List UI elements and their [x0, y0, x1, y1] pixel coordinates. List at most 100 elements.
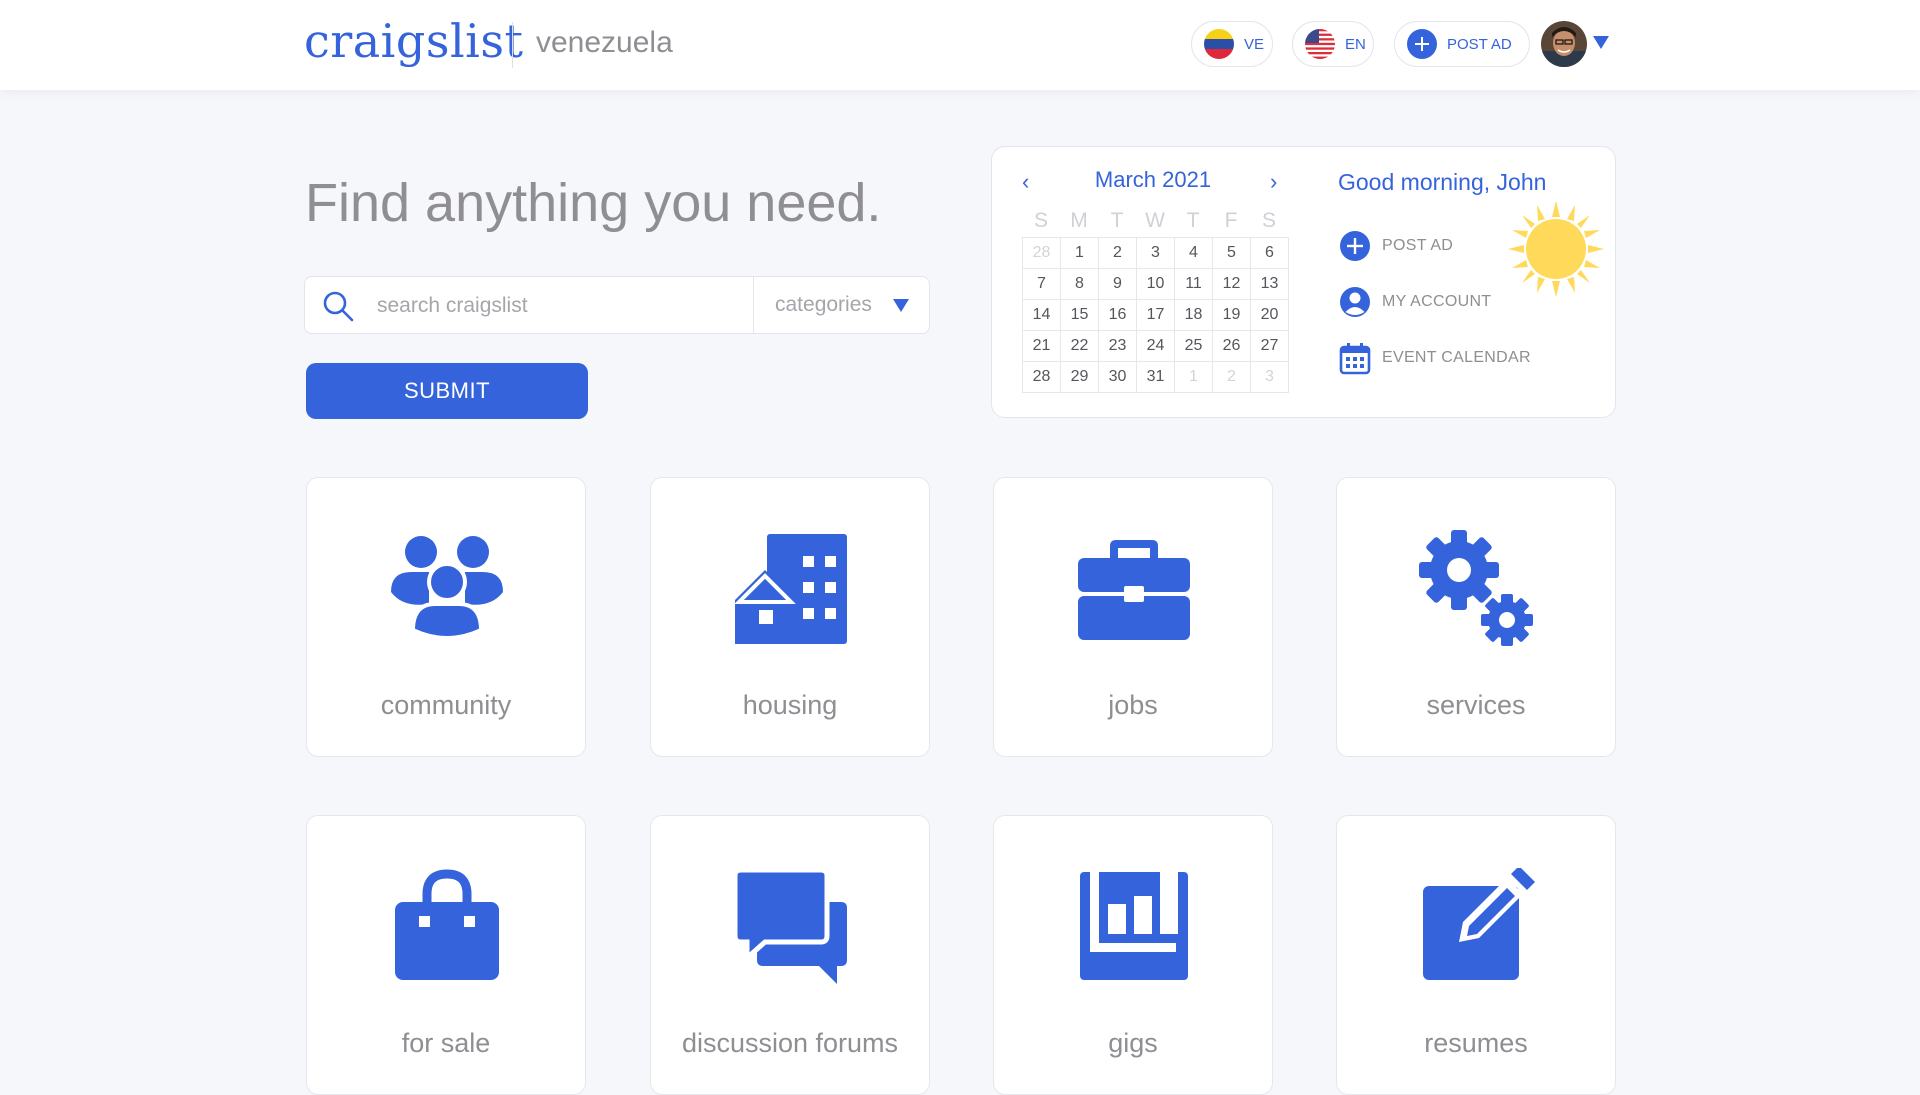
category-card-jobs[interactable]: jobs — [993, 477, 1273, 757]
calendar-day[interactable]: 15 — [1061, 300, 1099, 331]
weekday-label: T — [1110, 209, 1124, 232]
calendar-day[interactable]: 8 — [1061, 269, 1099, 300]
calendar-day[interactable]: 16 — [1099, 300, 1137, 331]
calendar-panel: ‹ March 2021 › S M T W T F S 28 1 2 3 4 … — [991, 146, 1616, 418]
calendar-day[interactable]: 25 — [1175, 331, 1213, 362]
calendar-day[interactable]: 28 — [1023, 362, 1061, 393]
calendar-day[interactable]: 12 — [1213, 269, 1251, 300]
calendar-day[interactable]: 13 — [1251, 269, 1289, 300]
categories-dropdown[interactable]: categories — [775, 277, 872, 333]
search-icon[interactable] — [321, 289, 355, 323]
calendar-day[interactable]: 17 — [1137, 300, 1175, 331]
briefcase-icon — [1078, 540, 1190, 640]
venezuela-flag-icon — [1204, 29, 1234, 59]
calendar-day[interactable]: 21 — [1023, 331, 1061, 362]
post-ad-label: POST AD — [1447, 35, 1512, 53]
edit-icon — [1423, 868, 1535, 980]
my-account-link[interactable]: MY ACCOUNT — [1338, 285, 1491, 319]
us-flag-icon — [1305, 29, 1335, 59]
user-avatar[interactable] — [1541, 21, 1587, 67]
calendar-day[interactable]: 26 — [1213, 331, 1251, 362]
calendar-day[interactable]: 6 — [1251, 238, 1289, 269]
calendar-day[interactable]: 2 — [1213, 362, 1251, 393]
category-card-housing[interactable]: housing — [650, 477, 930, 757]
chat-bubbles-icon — [733, 868, 847, 984]
calendar-day[interactable]: 31 — [1137, 362, 1175, 393]
calendar-day[interactable]: 11 — [1175, 269, 1213, 300]
event-calendar-link[interactable]: EVENT CALENDAR — [1338, 341, 1531, 375]
panel-action-label: MY ACCOUNT — [1382, 293, 1492, 310]
calendar-day[interactable]: 29 — [1061, 362, 1099, 393]
sun-icon — [1508, 201, 1604, 297]
category-label: services — [1426, 690, 1526, 720]
calendar-day[interactable]: 2 — [1099, 238, 1137, 269]
calendar-day[interactable]: 30 — [1099, 362, 1137, 393]
shopping-bag-icon — [395, 869, 499, 980]
gears-icon — [1419, 530, 1533, 646]
chevron-right-icon[interactable]: › — [1270, 169, 1277, 195]
calendar-day[interactable]: 14 — [1023, 300, 1061, 331]
search-divider — [753, 277, 754, 333]
top-header: craigslist venezuela VE EN POST AD — [0, 0, 1920, 90]
category-label: community — [380, 690, 512, 720]
calendar-month-title: March 2021 — [1094, 167, 1212, 192]
chevron-left-icon[interactable]: ‹ — [1022, 169, 1029, 195]
language-code: EN — [1345, 35, 1366, 53]
calendar-grid: 28 1 2 3 4 5 6 7 8 9 10 11 12 13 14 15 1… — [1022, 237, 1289, 393]
page-title: Find anything you need. — [305, 173, 882, 233]
chevron-down-icon[interactable] — [1593, 36, 1609, 49]
submit-button[interactable]: SUBMIT — [306, 363, 588, 419]
calendar-day[interactable]: 24 — [1137, 331, 1175, 362]
calendar-icon — [1339, 343, 1371, 375]
calendar-day[interactable]: 28 — [1023, 238, 1061, 269]
country-selector[interactable]: VE — [1191, 21, 1273, 67]
calendar-day[interactable]: 3 — [1137, 238, 1175, 269]
weekday-label: T — [1186, 209, 1200, 232]
calendar-day[interactable]: 27 — [1251, 331, 1289, 362]
region-label[interactable]: venezuela — [536, 26, 673, 60]
calendar-day[interactable]: 19 — [1213, 300, 1251, 331]
calendar-day[interactable]: 20 — [1251, 300, 1289, 331]
language-selector[interactable]: EN — [1292, 21, 1374, 67]
weekday-label: M — [1070, 209, 1088, 232]
category-label: housing — [742, 690, 838, 720]
category-card-gigs[interactable]: gigs — [993, 815, 1273, 1095]
category-card-for-sale[interactable]: for sale — [306, 815, 586, 1095]
country-code: VE — [1244, 35, 1265, 53]
plus-circle-icon — [1407, 29, 1437, 59]
header-post-ad-button[interactable]: POST AD — [1394, 21, 1530, 67]
category-card-services[interactable]: services — [1336, 477, 1616, 757]
craigslist-logo[interactable]: craigslist — [304, 14, 523, 68]
calendar-day[interactable]: 22 — [1061, 331, 1099, 362]
greeting: Good morning, John — [1338, 169, 1547, 195]
weekday-label: F — [1224, 209, 1238, 232]
plus-circle-icon — [1340, 231, 1370, 261]
category-label: resumes — [1424, 1028, 1528, 1058]
logo-divider — [512, 22, 513, 68]
calendar-day[interactable]: 7 — [1023, 269, 1061, 300]
panel-post-ad-link[interactable]: POST AD — [1338, 229, 1453, 263]
category-label: gigs — [1108, 1028, 1158, 1058]
category-card-community[interactable]: community — [306, 477, 586, 757]
calendar-day[interactable]: 1 — [1061, 238, 1099, 269]
calendar-day[interactable]: 1 — [1175, 362, 1213, 393]
weekday-label: W — [1145, 209, 1165, 232]
calendar-day[interactable]: 3 — [1251, 362, 1289, 393]
calendar-day[interactable]: 5 — [1213, 238, 1251, 269]
category-label: discussion forums — [681, 1028, 899, 1058]
people-icon — [391, 536, 503, 640]
weekday-label: S — [1261, 209, 1276, 232]
calendar-weekdays: S M T W T F S — [1022, 209, 1288, 233]
category-card-resumes[interactable]: resumes — [1336, 815, 1616, 1095]
chevron-down-icon[interactable] — [893, 299, 909, 312]
calendar-day[interactable]: 23 — [1099, 331, 1137, 362]
calendar-day[interactable]: 4 — [1175, 238, 1213, 269]
weekday-label: S — [1033, 209, 1048, 232]
calendar-day[interactable]: 9 — [1099, 269, 1137, 300]
search-input[interactable] — [375, 277, 799, 335]
category-card-discussion-forums[interactable]: discussion forums — [650, 815, 930, 1095]
panel-action-label: POST AD — [1382, 237, 1454, 254]
category-label: jobs — [1108, 690, 1158, 720]
calendar-day[interactable]: 10 — [1137, 269, 1175, 300]
calendar-day[interactable]: 18 — [1175, 300, 1213, 331]
